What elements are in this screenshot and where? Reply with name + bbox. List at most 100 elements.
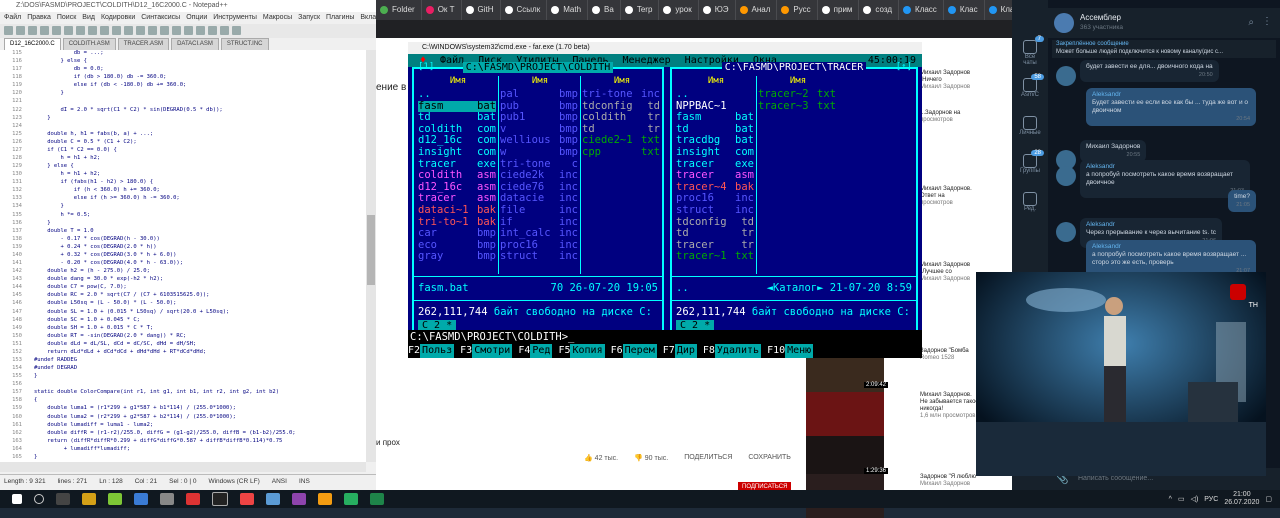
code-line[interactable]: #undef RADDEG bbox=[34, 357, 77, 363]
video-thumbnail[interactable] bbox=[806, 392, 884, 436]
search-icon[interactable] bbox=[34, 494, 44, 504]
clock[interactable]: 21:00 26.07.2020 bbox=[1224, 491, 1259, 507]
code-line[interactable]: h *= 0.5; bbox=[34, 212, 90, 218]
file-entry[interactable]: coldith asm bbox=[418, 170, 496, 182]
editor-scroll-thumb[interactable] bbox=[367, 215, 375, 285]
code-line[interactable]: + lumadiff*lumadiff; bbox=[34, 446, 130, 452]
file-entry[interactable]: dataci~1 bak bbox=[418, 204, 496, 217]
code-line[interactable]: } else { bbox=[34, 163, 74, 169]
folder-2[interactable]: Личные bbox=[1018, 116, 1042, 140]
excel-icon[interactable] bbox=[344, 493, 358, 505]
file-entry[interactable]: struct inc bbox=[676, 204, 754, 217]
editor-menu-item[interactable]: Синтаксисы bbox=[141, 12, 180, 24]
code-line[interactable]: double T = 1.0 bbox=[34, 228, 93, 234]
save-button[interactable]: СОХРАНИТЬ bbox=[748, 454, 791, 462]
browser-address-bar[interactable] bbox=[376, 20, 1012, 38]
chat-message[interactable]: Михаил Задорнов 20:55 bbox=[1080, 140, 1147, 162]
browser-tab[interactable]: Terp bbox=[621, 0, 660, 20]
file-entry[interactable]: pal bmp bbox=[500, 88, 578, 101]
code-line[interactable]: } else { bbox=[34, 58, 87, 64]
word-icon[interactable] bbox=[134, 493, 148, 505]
editor-menu-item[interactable]: Правка bbox=[27, 12, 51, 24]
wrap-icon[interactable] bbox=[196, 26, 205, 35]
code-line[interactable]: } bbox=[34, 115, 50, 121]
network-icon[interactable]: ▭ bbox=[1178, 495, 1185, 503]
editor-menu-item[interactable]: Поиск bbox=[57, 12, 76, 24]
share-button[interactable]: ПОДЕЛИТЬСЯ bbox=[684, 454, 732, 462]
function-key-f2[interactable]: F2 Польз bbox=[408, 344, 455, 358]
browser-tab[interactable]: Ва bbox=[588, 0, 621, 20]
file-entry[interactable]: int_calc inc bbox=[500, 228, 578, 240]
browser-tab[interactable]: Folder bbox=[376, 0, 422, 20]
browser-tab[interactable]: Math bbox=[547, 0, 589, 20]
code-line[interactable]: db = 0.0; bbox=[34, 66, 104, 72]
paste-icon[interactable] bbox=[100, 26, 109, 35]
app-icon[interactable] bbox=[292, 493, 306, 505]
code-line[interactable]: double SH = 1.0 + 0.015 * C * T; bbox=[34, 325, 153, 331]
editor-menu-item[interactable]: Вид bbox=[82, 12, 95, 24]
browser-tab[interactable]: ЮЭ bbox=[699, 0, 736, 20]
far-left-panel[interactable]: [1] C:\FASMD\PROJECT\COLDITH Имя Имя Имя… bbox=[412, 62, 664, 338]
function-key-f10[interactable]: F10 Меню bbox=[767, 344, 814, 358]
code-area[interactable]: 115 db = ...; 116 } else {117 db = 0.0; 11… bbox=[0, 50, 366, 462]
code-line[interactable]: } bbox=[34, 454, 37, 460]
notification-icon[interactable]: ▢ bbox=[1265, 495, 1272, 503]
code-line[interactable]: dI = 2.0 * sqrt(C1 * C2) * sin(DEGRAD(0.… bbox=[34, 107, 222, 113]
more-icon[interactable]: ⋮ bbox=[1262, 16, 1272, 27]
editor-menu-item[interactable]: Файл bbox=[4, 12, 21, 24]
code-line[interactable]: return (diffR*diffR*0.299 + diffG*diffG*… bbox=[34, 438, 282, 444]
redo-icon[interactable] bbox=[124, 26, 133, 35]
record-macro-icon[interactable] bbox=[220, 26, 229, 35]
close-icon[interactable] bbox=[52, 26, 61, 35]
code-line[interactable]: double RC = 2.0 * sqrt(C7 / (C7 + 610351… bbox=[34, 292, 209, 298]
editor-menu-item[interactable]: Кодировки bbox=[101, 12, 135, 24]
far-command-line[interactable]: C:\FASMD\PROJECT\COLDITH>_ bbox=[408, 330, 922, 344]
browser-tab[interactable]: Клас bbox=[944, 0, 985, 20]
code-line[interactable]: db = ...; bbox=[34, 50, 104, 56]
editor-menu-item[interactable]: Инструменты bbox=[213, 12, 257, 24]
editor-menu-item[interactable]: Запуск bbox=[298, 12, 320, 24]
recommended-video[interactable]: Михаил Задорнов. Ответ на просмотров bbox=[920, 186, 980, 207]
code-line[interactable]: + 0.32 * cos(DEGRAD(3.0 * h + 6.0)) bbox=[34, 252, 176, 258]
file-entry[interactable]: w bmp bbox=[500, 146, 578, 159]
chat-message[interactable]: time? 21:05 bbox=[1228, 190, 1256, 212]
folder-3[interactable]: Группы 28 bbox=[1018, 150, 1044, 178]
code-line[interactable]: double h2 = (h - 275.0) / 25.0; bbox=[34, 268, 150, 274]
function-key-f6[interactable]: F6 Перем bbox=[611, 344, 657, 358]
browser-tab[interactable]: Ок Т bbox=[422, 0, 462, 20]
save-all-icon[interactable] bbox=[40, 26, 49, 35]
task-view-icon[interactable] bbox=[56, 493, 70, 505]
dislike-button[interactable]: 👎 90 тыс. bbox=[634, 454, 668, 462]
editor-horizontal-scrollbar[interactable] bbox=[0, 462, 366, 472]
browser-tab[interactable]: прим bbox=[818, 0, 860, 20]
pinned-message[interactable]: Закреплённое сообщение Может больше люде… bbox=[1052, 40, 1276, 58]
avatar[interactable] bbox=[1056, 66, 1076, 86]
chat-message[interactable]: Aleksandr Будет завести ее если все как б… bbox=[1086, 88, 1256, 126]
play-macro-icon[interactable] bbox=[232, 26, 241, 35]
browser-tab[interactable]: Анал bbox=[736, 0, 778, 20]
recommended-video[interactable]: Михаил Задорнов. Не забывается такое ник… bbox=[920, 392, 980, 420]
browser-tab[interactable]: Ссылк bbox=[501, 0, 548, 20]
cut-icon[interactable] bbox=[76, 26, 85, 35]
code-line[interactable]: - 0.20 * cos(DEGRAD(4.0 * h - 63.0)); bbox=[34, 260, 183, 266]
code-line[interactable]: h = h1 + h2; bbox=[34, 171, 100, 177]
function-key-f3[interactable]: F3 Смотри bbox=[460, 344, 513, 358]
code-line[interactable]: - 0.17 * cos(DEGRAD(h - 30.0)) bbox=[34, 236, 159, 242]
code-line[interactable]: } bbox=[34, 220, 50, 226]
file-entry[interactable]: tracer~2 txt bbox=[758, 88, 836, 101]
chrome-icon[interactable] bbox=[318, 493, 332, 505]
search-icon[interactable]: ⌕ bbox=[1248, 17, 1254, 28]
replace-icon[interactable] bbox=[148, 26, 157, 35]
browser-tab[interactable]: Класс bbox=[899, 0, 944, 20]
editor-menu-item[interactable]: Опции bbox=[186, 12, 207, 24]
windows-start-icon[interactable] bbox=[12, 494, 22, 504]
folder-4[interactable]: Ред. bbox=[1018, 192, 1042, 216]
browser-tab[interactable]: созд bbox=[859, 0, 900, 20]
notepadpp-icon[interactable] bbox=[108, 493, 122, 505]
browser-tab[interactable]: урок bbox=[659, 0, 699, 20]
file-entry[interactable]: ciede2k inc bbox=[500, 170, 578, 182]
code-line[interactable]: if (fabs(h1 - h2) > 180.0) { bbox=[34, 179, 153, 185]
excel-icon[interactable] bbox=[370, 493, 384, 505]
file-entry[interactable]: insight com bbox=[418, 146, 496, 159]
file-entry[interactable]: tracer asm bbox=[676, 170, 754, 182]
